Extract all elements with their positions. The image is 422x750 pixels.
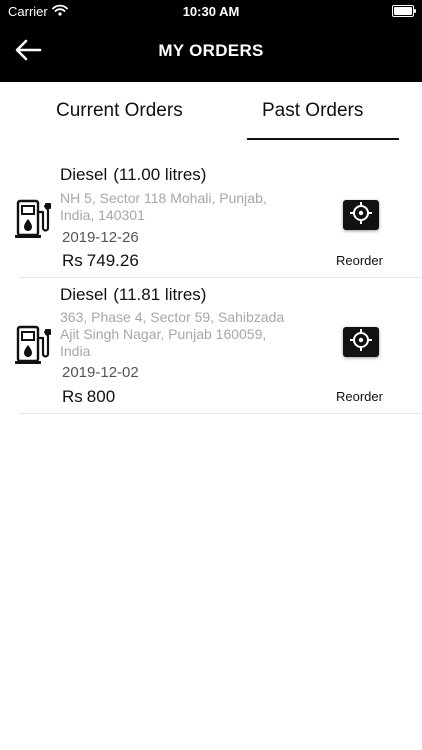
price-amount: 749.26 xyxy=(86,251,139,270)
app-header: Carrier 10:30 AM MY ORDERS xyxy=(0,0,422,82)
product-name: Diesel xyxy=(60,285,108,304)
fuel-pump-icon xyxy=(12,198,54,240)
tab-current-orders[interactable]: Current Orders xyxy=(56,100,183,122)
product-quantity: (11.00 litres) xyxy=(113,165,207,184)
status-time: 10:30 AM xyxy=(182,4,240,19)
order-date: 2019-12-26 xyxy=(62,229,139,246)
reorder-button[interactable]: Reorder xyxy=(336,253,383,268)
order-address: NH 5, Sector 118 Mohali, Punjab, India, … xyxy=(60,190,267,223)
order-address: 363, Phase 4, Sector 59, Sahibzada Ajit … xyxy=(60,309,285,359)
battery-icon xyxy=(392,5,416,17)
tab-past-orders[interactable]: Past Orders xyxy=(262,100,363,122)
divider xyxy=(20,277,422,278)
crosshair-icon xyxy=(349,328,373,357)
locate-button[interactable] xyxy=(343,200,379,230)
reorder-button[interactable]: Reorder xyxy=(336,389,383,404)
product-quantity: (11.81 litres) xyxy=(113,285,207,304)
price-currency: Rs xyxy=(62,387,83,406)
product-name: Diesel xyxy=(60,165,108,184)
fuel-pump-icon xyxy=(12,324,54,366)
price-amount: 800 xyxy=(86,387,116,406)
order-product: Diesel (11.81 litres) xyxy=(60,285,206,305)
order-price: Rs 800 xyxy=(62,387,115,407)
order-item[interactable]: Diesel (11.81 litres) 363, Phase 4, Secto… xyxy=(0,279,422,414)
order-product: Diesel (11.00 litres) xyxy=(60,165,206,185)
tab-selected-indicator xyxy=(247,138,399,140)
order-price: Rs 749.26 xyxy=(62,251,139,271)
page-title: MY ORDERS xyxy=(158,41,264,60)
status-bar: Carrier 10:30 AM xyxy=(0,0,422,22)
crosshair-icon xyxy=(349,201,373,230)
order-tabs: Current Orders Past Orders xyxy=(0,82,422,140)
order-item[interactable]: Diesel (11.00 litres) NH 5, Sector 118 Mo… xyxy=(0,150,422,278)
order-date: 2019-12-02 xyxy=(62,364,139,381)
locate-button[interactable] xyxy=(343,327,379,357)
price-currency: Rs xyxy=(62,251,83,270)
divider xyxy=(20,413,422,414)
